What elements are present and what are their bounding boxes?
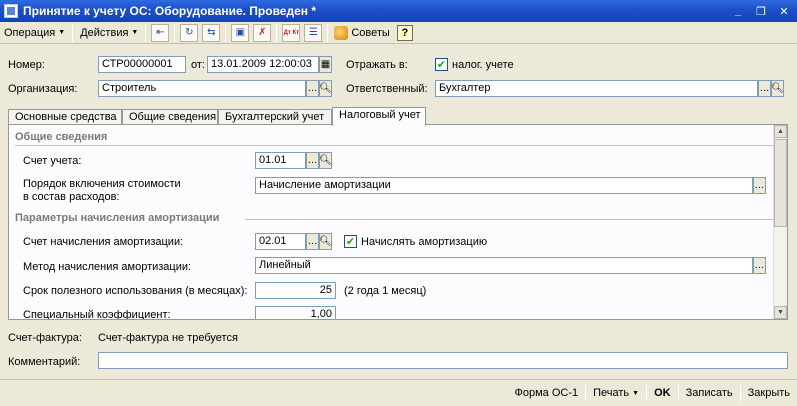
app-icon	[4, 4, 18, 18]
account-label: Счет учета:	[23, 155, 82, 167]
method-field[interactable]: Линейный	[255, 257, 753, 274]
responsible-open-icon[interactable]: 🔍︎	[771, 80, 784, 97]
inclusion-select-button[interactable]: …	[753, 177, 766, 194]
organization-label: Организация:	[8, 83, 78, 95]
section-divider	[245, 219, 773, 220]
advice-icon	[334, 25, 349, 40]
window-title: Принятие к учету ОС: Оборудование. Прове…	[23, 4, 317, 18]
structure-icon[interactable]: ☰	[304, 23, 323, 42]
tab-fixed-assets[interactable]: Основные средства	[8, 109, 122, 125]
charge-depreciation-checkbox[interactable]: ✔	[344, 235, 357, 248]
command-bar: Форма ОС-1 Печать ▼ OK Записать Закрыть	[0, 379, 797, 406]
general-section-title: Общие сведения	[15, 131, 108, 143]
special-coef-field[interactable]: 1,00	[255, 306, 336, 319]
toolbar: Операция ▼ Действия ▼ ⇤ ↻ ⇆ ▣ ✗ Дт Кт ☰ …	[0, 22, 797, 44]
account-field[interactable]: 01.01	[255, 152, 306, 169]
params-section-title: Параметры начисления амортизации	[15, 212, 220, 224]
charge-depreciation-label: Начислять амортизацию	[361, 236, 488, 248]
dt-kt-icon[interactable]: Дт Кт	[282, 23, 301, 42]
method-select-button[interactable]: …	[753, 257, 766, 274]
number-field[interactable]: СТР00000001	[98, 56, 186, 73]
toolbar-separator	[72, 23, 74, 42]
inclusion-field[interactable]: Начисление амортизации	[255, 177, 753, 194]
dropdown-arrow-icon: ▼	[632, 389, 640, 397]
advice-button-label: Советы	[351, 26, 390, 39]
useful-life-note: (2 года 1 месяц)	[344, 285, 427, 297]
useful-life-label: Срок полезного использования (в месяцах)…	[23, 285, 248, 297]
depr-account-select-button[interactable]: …	[306, 233, 319, 250]
number-label: Номер:	[8, 59, 45, 71]
actions-menu-label: Действия	[80, 26, 129, 39]
tab-tax-accounting[interactable]: Налоговый учет	[332, 107, 426, 126]
refresh-icon[interactable]: ↻	[180, 23, 199, 42]
date-label: от:	[191, 59, 205, 71]
organization-field[interactable]: Строитель	[98, 80, 306, 97]
save-button[interactable]: Записать	[679, 383, 740, 403]
tax-accounting-panel: Общие сведения Счет учета: 01.01 … 🔍︎ По…	[8, 124, 788, 320]
depr-account-field[interactable]: 02.01	[255, 233, 306, 250]
comment-label: Комментарий:	[8, 356, 81, 368]
close-window-button[interactable]: ✕	[774, 3, 794, 19]
organization-select-button[interactable]: …	[306, 80, 319, 97]
scroll-down-icon[interactable]: ▼	[774, 306, 787, 319]
responsible-select-button[interactable]: …	[758, 80, 771, 97]
responsible-label: Ответственный:	[346, 83, 428, 95]
advice-button[interactable]: Советы	[331, 23, 392, 43]
date-field[interactable]: 13.01.2009 12:00:03	[207, 56, 319, 73]
inclusion-label-line1: Порядок включения стоимости	[23, 178, 181, 190]
tab-accounting[interactable]: Бухгалтерский учет	[218, 109, 332, 125]
depr-account-label: Счет начисления амортизации:	[23, 236, 184, 248]
toolbar-separator	[145, 23, 147, 42]
window-titlebar: Принятие к учету ОС: Оборудование. Прове…	[0, 0, 797, 22]
scroll-up-icon[interactable]: ▲	[774, 125, 787, 138]
unpost-document-icon[interactable]: ✗	[253, 23, 272, 42]
post-document-icon[interactable]: ▣	[231, 23, 250, 42]
dropdown-arrow-icon: ▼	[58, 29, 66, 36]
account-open-icon[interactable]: 🔍︎	[319, 152, 332, 169]
toolbar-separator	[225, 23, 227, 42]
help-button[interactable]: ?	[396, 24, 413, 41]
account-select-button[interactable]: …	[306, 152, 319, 169]
close-button[interactable]: Закрыть	[741, 383, 797, 403]
operation-menu-label: Операция	[4, 26, 56, 39]
print-menu[interactable]: Печать ▼	[586, 383, 646, 403]
copy-document-icon[interactable]: ⇆	[202, 23, 221, 42]
form-os1-button[interactable]: Форма ОС-1	[508, 383, 586, 403]
tab-general-info[interactable]: Общие сведения	[122, 109, 218, 125]
invoice-value[interactable]: Счет-фактура не требуется	[98, 332, 238, 344]
invoice-label: Счет-фактура:	[8, 332, 82, 344]
inclusion-label-line2: в состав расходов:	[23, 191, 120, 203]
method-label: Метод начисления амортизации:	[23, 261, 192, 273]
special-coef-label: Специальный коэффициент:	[23, 309, 171, 320]
operation-menu[interactable]: Операция ▼	[0, 23, 69, 43]
reflect-label: Отражать в:	[346, 59, 408, 71]
useful-life-field[interactable]: 25	[255, 282, 336, 299]
actions-menu[interactable]: Действия ▼	[76, 23, 142, 43]
scrollbar-thumb[interactable]	[774, 139, 787, 227]
calendar-icon[interactable]: ▦	[319, 56, 332, 73]
comment-field[interactable]	[98, 352, 788, 369]
responsible-field[interactable]: Бухгалтер	[435, 80, 758, 97]
ok-button[interactable]: OK	[647, 383, 678, 403]
section-divider	[15, 145, 773, 146]
panel-scrollbar[interactable]: ▲ ▼	[773, 125, 787, 319]
toolbar-separator	[327, 23, 329, 42]
go-to-list-icon[interactable]: ⇤	[151, 23, 170, 42]
maximize-button[interactable]: ❐	[751, 3, 771, 19]
toolbar-separator	[276, 23, 278, 42]
toolbar-separator	[174, 23, 176, 42]
dropdown-arrow-icon: ▼	[131, 29, 139, 36]
organization-open-icon[interactable]: 🔍︎	[319, 80, 332, 97]
minimize-button[interactable]: _	[728, 3, 748, 19]
tax-accounting-checkbox[interactable]: ✔	[435, 58, 448, 71]
print-menu-label: Печать	[593, 387, 630, 399]
depr-account-open-icon[interactable]: 🔍︎	[319, 233, 332, 250]
tax-accounting-label: налог. учете	[452, 59, 514, 71]
